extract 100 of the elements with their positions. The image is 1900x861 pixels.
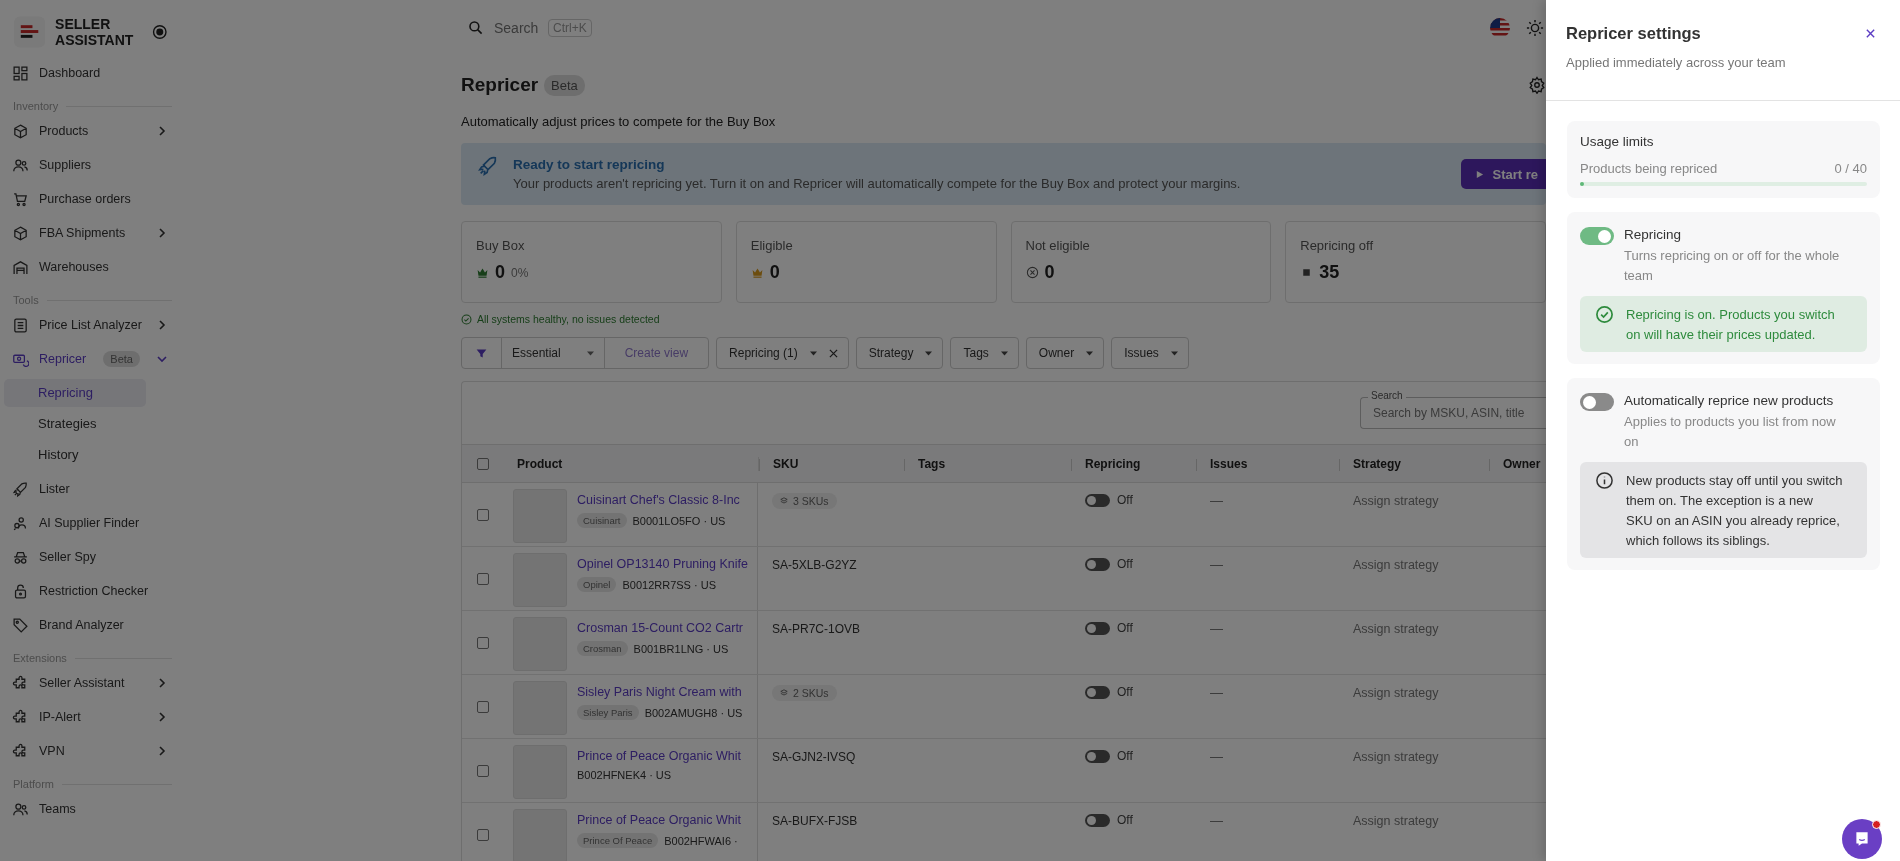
product-link[interactable]: Crosman 15-Count CO2 Cartr <box>577 621 744 635</box>
nav-item[interactable]: Teams <box>0 792 180 826</box>
assign-strategy-link[interactable]: Assign strategy <box>1353 814 1439 828</box>
close-icon[interactable] <box>828 348 838 358</box>
sku-count-badge[interactable]: 2 SKUs <box>772 685 837 701</box>
setting-toggle[interactable] <box>1580 227 1614 245</box>
caret-icon <box>586 350 594 356</box>
assign-strategy-link[interactable]: Assign strategy <box>1353 494 1439 508</box>
filter-chip[interactable]: Owner <box>1025 337 1105 369</box>
chevron-icon[interactable] <box>156 227 168 239</box>
setting-toggle[interactable] <box>1580 393 1614 411</box>
search-field[interactable]: Search <box>492 19 540 37</box>
nav-item[interactable]: Warehouses <box>0 250 180 284</box>
select-all-checkbox[interactable] <box>476 457 489 470</box>
nav-item[interactable]: Dashboard <box>0 56 180 90</box>
stat-value: 0 <box>769 262 780 283</box>
circle-dot-icon[interactable] <box>152 24 168 40</box>
usage-count: 0 / 40 <box>1834 161 1867 176</box>
check-circle-icon <box>1595 305 1614 324</box>
chevron-icon[interactable] <box>156 677 168 689</box>
field-label: Search <box>1368 390 1406 401</box>
chat-icon <box>1853 830 1871 848</box>
chevron-icon[interactable] <box>156 125 168 137</box>
product-link[interactable]: Opinel OP13140 Pruning Knife <box>577 557 748 571</box>
row-checkbox[interactable] <box>476 508 489 521</box>
filter-chip[interactable]: Repricing (1) <box>716 337 849 369</box>
row-checkbox[interactable] <box>476 700 489 713</box>
brand-tag: Opinel <box>577 577 617 592</box>
nav-item[interactable]: Suppliers <box>0 148 180 182</box>
create-view-link[interactable]: Create view <box>604 338 709 368</box>
close-icon[interactable] <box>1865 28 1876 39</box>
x-circle-icon <box>1025 266 1039 279</box>
nav-item[interactable]: Seller Spy <box>0 540 180 574</box>
column-header[interactable]: SKU <box>773 456 799 471</box>
product-link[interactable]: Sisley Paris Night Cream with <box>577 685 743 699</box>
issues-text: — <box>1210 749 1223 764</box>
caret-icon <box>809 350 817 356</box>
sku-text: SA-PR7C-1OVB <box>772 622 861 636</box>
nav-subitem[interactable]: History <box>4 441 146 469</box>
nav-item[interactable]: Brand Analyzer <box>0 608 180 642</box>
chevron-icon[interactable] <box>156 319 168 331</box>
chevron-icon[interactable] <box>156 353 168 365</box>
filter-icon <box>475 346 488 360</box>
search-icon <box>468 20 484 36</box>
column-header[interactable]: Owner <box>1503 456 1541 471</box>
setting-title: Automatically reprice new products <box>1624 393 1835 408</box>
nav-item[interactable]: Restriction Checker <box>0 574 180 608</box>
repricing-toggle[interactable] <box>1085 814 1110 827</box>
assign-strategy-link[interactable]: Assign strategy <box>1353 686 1439 700</box>
column-header[interactable]: Strategy <box>1353 456 1402 471</box>
caret-icon <box>925 350 933 356</box>
row-checkbox[interactable] <box>476 828 489 841</box>
repricing-toggle[interactable] <box>1085 558 1110 571</box>
nav-item[interactable]: VPN <box>0 734 180 768</box>
product-link[interactable]: Cuisinart Chef's Classic 8-Inc <box>577 493 740 507</box>
nav-item[interactable]: IP-Alert <box>0 700 180 734</box>
rocket-icon <box>12 480 29 498</box>
column-header[interactable]: Repricing <box>1085 456 1141 471</box>
filter-chip[interactable]: Issues <box>1111 337 1189 369</box>
flag-icon[interactable] <box>1490 18 1510 38</box>
chevron-icon[interactable] <box>156 745 168 757</box>
nav-item[interactable]: Price List Analyzer <box>0 308 180 342</box>
filter-chip[interactable]: Strategy <box>855 337 944 369</box>
sun-icon[interactable] <box>1526 19 1544 37</box>
nav-item[interactable]: FBA Shipments <box>0 216 180 250</box>
product-link[interactable]: Prince of Peace Organic Whit <box>577 749 741 763</box>
start-button[interactable]: Start re <box>1461 159 1546 189</box>
view-dropdown[interactable]: Essential <box>502 338 605 368</box>
repricing-toggle[interactable] <box>1085 494 1110 507</box>
assign-strategy-link[interactable]: Assign strategy <box>1353 558 1439 572</box>
nav-item[interactable]: AI Supplier Finder <box>0 506 180 540</box>
row-checkbox[interactable] <box>476 764 489 777</box>
nav-item[interactable]: Lister <box>0 472 180 506</box>
row-checkbox[interactable] <box>476 572 489 585</box>
column-header[interactable]: Tags <box>918 456 946 471</box>
assign-strategy-link[interactable]: Assign strategy <box>1353 750 1439 764</box>
notice-text: Repricing is on. Products you switch on will have their prices updated. <box>1626 306 1836 344</box>
nav-subitem[interactable]: Repricing <box>4 379 146 407</box>
product-link[interactable]: Prince of Peace Organic Whit <box>577 813 741 827</box>
nav-subitem[interactable]: Strategies <box>4 410 146 438</box>
row-checkbox[interactable] <box>476 636 489 649</box>
repricing-toggle[interactable] <box>1085 750 1110 763</box>
sku-count-badge[interactable]: 3 SKUs <box>772 493 837 509</box>
lock-icon <box>12 582 29 600</box>
chevron-icon[interactable] <box>156 711 168 723</box>
nav-item[interactable]: Seller Assistant <box>0 666 180 700</box>
assign-strategy-link[interactable]: Assign strategy <box>1353 622 1439 636</box>
page-subtitle: Automatically adjust prices to compete for the Buy Box <box>461 114 777 129</box>
filter-chip[interactable]: Tags <box>950 337 1019 369</box>
repricing-toggle[interactable] <box>1085 686 1110 699</box>
column-header[interactable]: Product <box>517 456 563 471</box>
nav-item[interactable]: Purchase orders <box>0 182 180 216</box>
drawer-subtitle: Applied immediately across your team <box>1566 55 1786 70</box>
issues-text: — <box>1210 621 1223 636</box>
nav-item[interactable]: Repricer Beta <box>0 342 180 376</box>
repricing-toggle[interactable] <box>1085 622 1110 635</box>
column-header[interactable]: Issues <box>1210 456 1248 471</box>
repricing-status: Off <box>1117 621 1133 635</box>
nav-item[interactable]: Products <box>0 114 180 148</box>
settings-icon[interactable] <box>1528 76 1546 94</box>
